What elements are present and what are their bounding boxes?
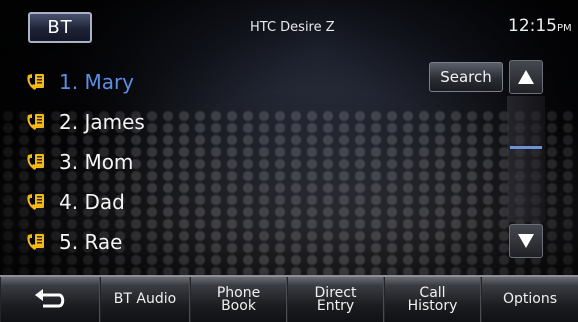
contact-name: 1. Mary [59, 70, 135, 94]
search-button[interactable]: Search [429, 62, 503, 92]
scroll-thumb[interactable] [510, 146, 542, 149]
contact-name: 5. Rae [59, 230, 123, 254]
tab-direct-entry[interactable]: Direct Entry [287, 277, 384, 322]
contact-list: 1. Mary 2. James 3. Mom 4. Dad 5. Rae [25, 62, 205, 262]
back-arrow-icon [35, 288, 65, 307]
contact-item-1[interactable]: 1. Mary [25, 62, 205, 102]
phone-book-icon [27, 74, 44, 90]
contact-item-3[interactable]: 3. Mom [25, 142, 205, 182]
contact-item-5[interactable]: 5. Rae [25, 222, 205, 262]
scroll-down-button[interactable] [509, 224, 543, 258]
triangle-down-icon [518, 234, 534, 248]
phone-book-icon [27, 194, 44, 210]
device-name: HTC Desire Z [250, 20, 335, 35]
contact-item-4[interactable]: 4. Dad [25, 182, 205, 222]
contact-item-2[interactable]: 2. James [25, 102, 205, 142]
phone-book-icon [27, 114, 44, 130]
clock: 12:15PM [508, 16, 572, 36]
contact-name: 3. Mom [59, 150, 134, 174]
triangle-up-icon [518, 70, 534, 84]
back-button[interactable] [0, 277, 100, 322]
tab-phone-book[interactable]: Phone Book [190, 277, 287, 322]
contact-name: 4. Dad [59, 190, 125, 214]
bt-button[interactable]: BT [28, 12, 92, 43]
tab-options[interactable]: Options [481, 277, 578, 322]
scroll-track[interactable] [507, 96, 545, 222]
bt-phone-screen: BT HTC Desire Z 12:15PM 1. Mary 2. James [0, 0, 578, 322]
phone-book-icon [27, 234, 44, 250]
bottom-tab-bar: BT Audio Phone Book Direct Entry Call Hi… [0, 275, 578, 322]
scroll-up-button[interactable] [509, 60, 543, 94]
tab-call-history[interactable]: Call History [384, 277, 481, 322]
contact-name: 2. James [59, 110, 145, 134]
tab-bt-audio[interactable]: BT Audio [100, 277, 190, 322]
phone-book-icon [27, 154, 44, 170]
